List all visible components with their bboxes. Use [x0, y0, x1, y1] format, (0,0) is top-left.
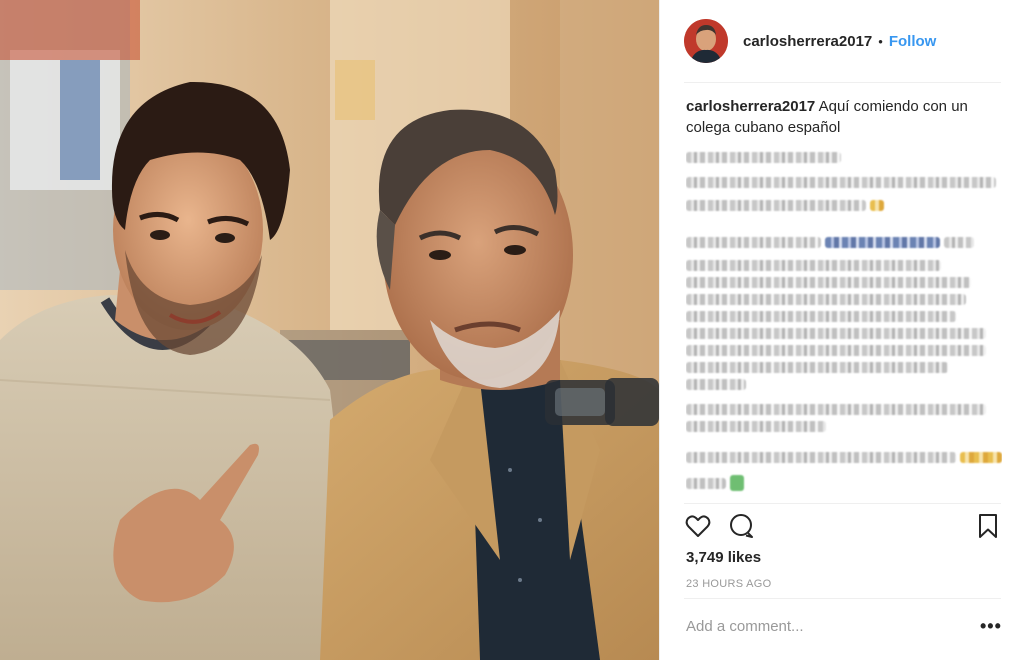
likes-count[interactable]: 3,749 likes	[686, 549, 761, 566]
username-link[interactable]: carlosherrera2017	[743, 33, 872, 50]
comment-bubble-icon[interactable]	[727, 512, 755, 540]
post-photo-image	[0, 0, 659, 660]
separator-dot: •	[878, 33, 883, 49]
heart-icon[interactable]	[684, 512, 712, 540]
caption: carlosherrera2017 Aquí comiendo con un c…	[686, 96, 1002, 138]
comments-list[interactable]: carlosherrera2017 Aquí comiendo con un c…	[686, 96, 1002, 502]
post-side-panel: carlosherrera2017 • Follow carlosherrera…	[659, 0, 1027, 660]
post-timestamp[interactable]: 23 HOURS AGO	[686, 578, 772, 590]
caption-username[interactable]: carlosherrera2017	[686, 98, 815, 115]
more-options-icon[interactable]: •••	[980, 614, 1002, 638]
blurred-comment	[686, 404, 1002, 432]
avatar-image	[684, 19, 728, 63]
blurred-comment	[686, 152, 1002, 163]
bookmark-icon[interactable]	[974, 512, 1002, 540]
blurred-comment	[686, 177, 1002, 217]
header-divider	[684, 82, 1001, 83]
add-comment-input[interactable]	[686, 614, 946, 638]
blurred-comment	[686, 231, 1002, 390]
follow-button[interactable]: Follow	[889, 33, 937, 50]
action-bar	[684, 512, 1002, 542]
blurred-comment	[686, 446, 1002, 497]
avatar[interactable]	[684, 19, 728, 63]
post-header: carlosherrera2017 • Follow	[684, 15, 1004, 67]
actions-divider	[684, 503, 1001, 504]
post-photo[interactable]	[0, 0, 659, 660]
comment-divider	[684, 598, 1001, 599]
